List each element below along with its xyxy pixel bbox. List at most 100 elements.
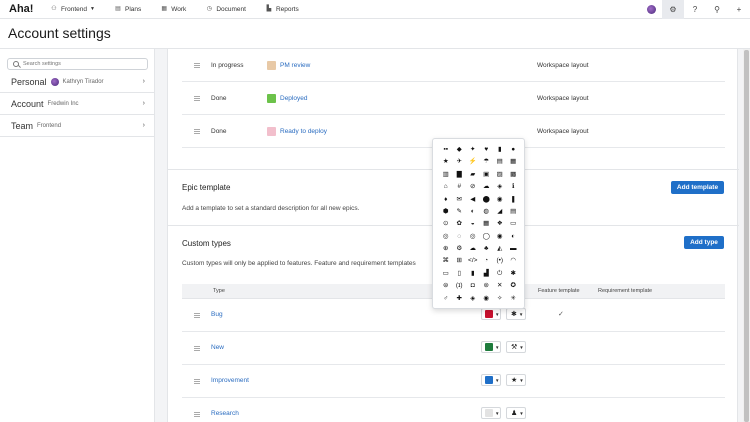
icon-picker-button[interactable]: ★ ▼ — [506, 374, 526, 386]
icon-option[interactable]: ◉ — [480, 293, 494, 305]
settings-search[interactable] — [7, 58, 148, 70]
icon-option[interactable]: ★ — [439, 156, 453, 168]
icon-option[interactable]: ▬ — [507, 243, 521, 255]
icon-option[interactable]: # — [453, 181, 467, 193]
icon-option[interactable]: ◆ — [453, 144, 467, 156]
status-color-swatch[interactable] — [267, 126, 276, 136]
icon-option[interactable]: ◉ — [493, 231, 507, 243]
status-name-link[interactable]: Ready to deploy — [280, 128, 327, 135]
icon-option[interactable]: ◯ — [480, 231, 494, 243]
icon-option[interactable]: ▭ — [439, 268, 453, 280]
search-input[interactable] — [23, 61, 143, 67]
icon-option[interactable]: ✳ — [507, 293, 521, 305]
sidebar-item-personal[interactable]: Personal Kathryn Tirador › — [0, 71, 155, 93]
icon-option[interactable]: ◉ — [493, 194, 507, 206]
type-name-link[interactable]: Research — [211, 410, 239, 417]
icon-option[interactable]: ◐ — [466, 206, 480, 218]
icon-option[interactable]: ◈ — [466, 293, 480, 305]
icon-option[interactable]: ⊜ — [439, 280, 453, 292]
icon-option[interactable]: ▮ — [493, 144, 507, 156]
nav-document[interactable]: ◷ Document — [206, 6, 246, 13]
icon-option[interactable]: ✦ — [466, 144, 480, 156]
icon-option[interactable]: ❚ — [507, 194, 521, 206]
icon-option[interactable]: ⊕ — [439, 243, 453, 255]
icon-option[interactable]: ✱ — [507, 268, 521, 280]
icon-option[interactable]: ▮ — [466, 268, 480, 280]
scrollbar-thumb[interactable] — [744, 50, 749, 422]
app-logo[interactable]: Aha! — [9, 3, 39, 15]
icon-option[interactable]: ⊞ — [453, 256, 467, 268]
icon-option[interactable]: (•) — [493, 256, 507, 268]
icon-option[interactable]: ◢ — [493, 206, 507, 218]
icon-option[interactable]: ▩ — [507, 169, 521, 181]
icon-option[interactable]: ♂ — [439, 293, 453, 305]
icon-option[interactable]: ▭ — [507, 218, 521, 230]
icon-option[interactable]: ◒ — [466, 218, 480, 230]
status-name-link[interactable]: Deployed — [280, 95, 307, 102]
icon-option[interactable]: ❖ — [493, 218, 507, 230]
icon-option[interactable]: ♦ — [439, 194, 453, 206]
color-picker[interactable]: ▼ — [481, 308, 501, 320]
drag-handle-icon[interactable] — [194, 379, 200, 384]
drag-handle-icon[interactable] — [194, 62, 200, 68]
icon-option[interactable]: ℹ — [507, 181, 521, 193]
icon-option[interactable]: ✉ — [453, 194, 467, 206]
icon-option[interactable]: ♥ — [480, 144, 494, 156]
icon-option[interactable]: ▟ — [480, 268, 494, 280]
nav-reports[interactable]: ▙ Reports — [266, 6, 299, 13]
icon-picker-button[interactable]: ♟ ▼ — [506, 407, 526, 419]
icon-option[interactable]: </> — [466, 256, 480, 268]
color-picker[interactable]: ▼ — [481, 407, 501, 419]
icon-option[interactable]: ▥ — [439, 169, 453, 181]
nav-plans[interactable]: ▤ Plans — [115, 6, 141, 13]
page-scrollbar[interactable] — [743, 49, 750, 422]
icon-option[interactable]: ▤ — [507, 206, 521, 218]
status-category[interactable]: Done — [211, 128, 227, 135]
icon-option[interactable]: ▨ — [493, 169, 507, 181]
icon-option[interactable]: ⌂ — [439, 181, 453, 193]
type-name-link[interactable]: New — [211, 344, 224, 351]
nav-work[interactable]: ▦ Work — [161, 6, 186, 13]
icon-option[interactable]: ☂ — [480, 156, 494, 168]
icon-option[interactable]: ◭ — [493, 243, 507, 255]
icon-option[interactable]: ♣ — [480, 243, 494, 255]
status-color-swatch[interactable] — [267, 60, 276, 70]
icon-option[interactable]: ⚙ — [453, 243, 467, 255]
add-template-button[interactable]: Add template — [671, 181, 724, 194]
drag-handle-icon[interactable] — [194, 313, 200, 318]
icon-option[interactable]: ◠ — [507, 256, 521, 268]
settings-button[interactable]: ⚙ — [662, 0, 684, 19]
icon-option[interactable]: ▰ — [466, 169, 480, 181]
status-category[interactable]: In progress — [211, 62, 244, 69]
color-picker[interactable]: ▼ — [481, 374, 501, 386]
icon-option[interactable]: ▦ — [480, 218, 494, 230]
icon-option[interactable]: ▣ — [480, 169, 494, 181]
icon-option[interactable]: ✕ — [493, 280, 507, 292]
icon-option[interactable]: ▦ — [507, 156, 521, 168]
status-category[interactable]: Done — [211, 95, 227, 102]
add-button[interactable]: + — [728, 0, 750, 19]
drag-handle-icon[interactable] — [194, 346, 200, 351]
icon-option[interactable]: ⚡ — [466, 156, 480, 168]
icon-option[interactable]: ● — [507, 144, 521, 156]
icon-option[interactable]: ◈ — [493, 181, 507, 193]
icon-option[interactable]: ✚ — [453, 293, 467, 305]
icon-option[interactable]: ✎ — [453, 206, 467, 218]
color-picker[interactable]: ▼ — [481, 341, 501, 353]
icon-option[interactable]: ◎ — [439, 231, 453, 243]
icon-option[interactable]: ⌘ — [439, 256, 453, 268]
icon-option[interactable]: ✧ — [493, 293, 507, 305]
status-color-swatch[interactable] — [267, 93, 276, 103]
icon-option[interactable]: ◀ — [466, 194, 480, 206]
type-name-link[interactable]: Improvement — [211, 377, 249, 384]
workspace-switcher[interactable]: ⚇ Frontend ▼ — [51, 6, 95, 13]
icon-option[interactable]: ▪▪ — [439, 144, 453, 156]
icon-option[interactable]: ⊙ — [439, 218, 453, 230]
icon-option[interactable]: ⏻ — [493, 268, 507, 280]
status-name-link[interactable]: PM review — [280, 62, 310, 69]
icon-option[interactable]: ◍ — [480, 206, 494, 218]
type-name-link[interactable]: Bug — [211, 311, 223, 318]
help-button[interactable]: ? — [684, 0, 706, 19]
icon-picker-button[interactable]: ⚒ ▼ — [506, 341, 526, 353]
icon-option[interactable]: ▤ — [493, 156, 507, 168]
